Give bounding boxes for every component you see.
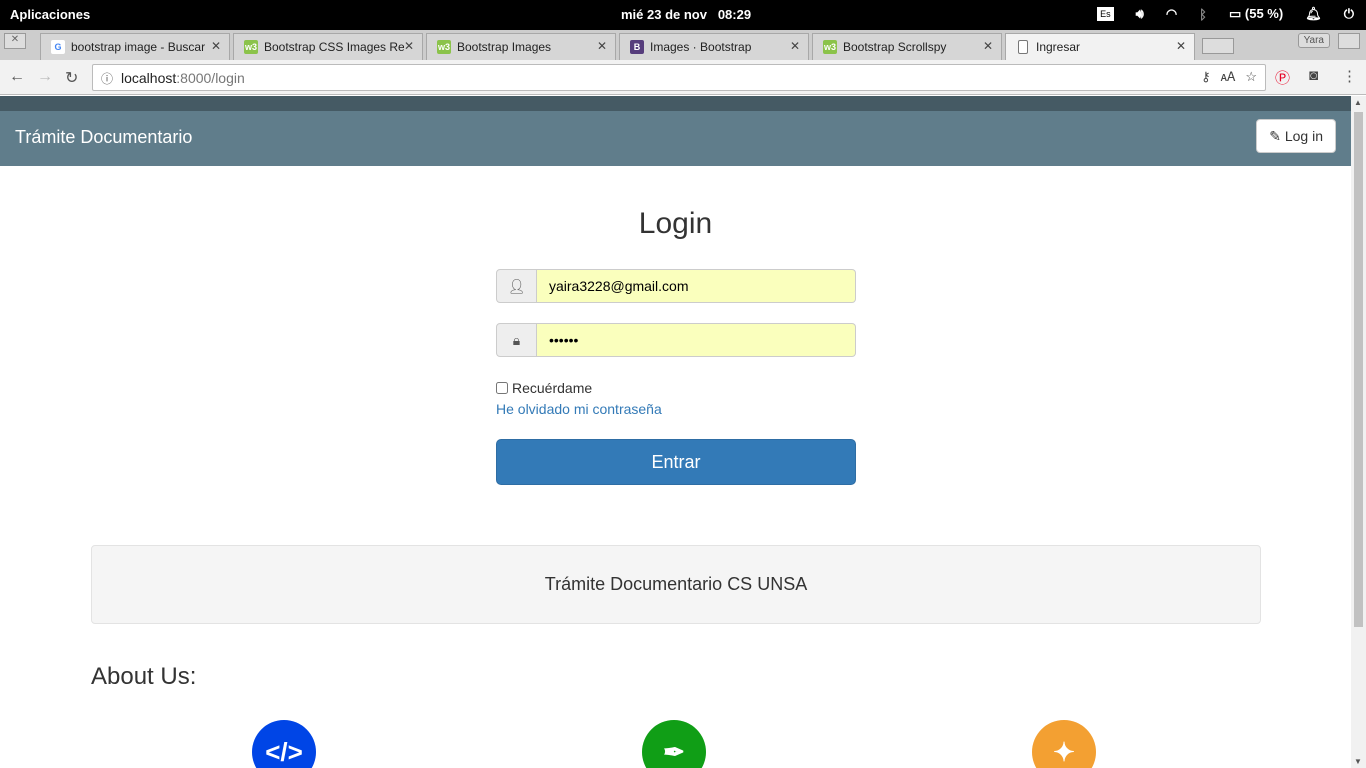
top-strip: [0, 96, 1351, 111]
pinterest-icon[interactable]: Ⓟ: [1275, 67, 1290, 88]
submit-button[interactable]: Entrar: [496, 439, 856, 485]
bluetooth-icon[interactable]: ᛒ: [1199, 7, 1207, 22]
star-icon[interactable]: ☆: [1245, 69, 1257, 85]
reload-icon[interactable]: ↻: [65, 68, 78, 88]
translate-icon[interactable]: 🗚: [1221, 69, 1236, 85]
applications-menu[interactable]: Aplicaciones: [10, 7, 90, 22]
battery-indicator[interactable]: ▭ (55 %): [1229, 6, 1283, 22]
login-label: Log in: [1284, 128, 1323, 144]
back-icon[interactable]: ←: [9, 68, 25, 86]
url-path: :8000/login: [176, 70, 245, 86]
scrollbar[interactable]: ▲ ▼: [1351, 96, 1366, 768]
keyboard-layout[interactable]: Es: [1097, 7, 1114, 21]
email-group: 👤︎: [496, 269, 856, 303]
tab-strip: ✕ Gbootstrap image - Buscar ✕ w3 Bootstrap…: [0, 30, 1366, 60]
clock[interactable]: mié 23 de nov 08:29: [621, 7, 751, 22]
system-bar: Aplicaciones mié 23 de nov 08:29 Es 🔊︎ ◠…: [0, 0, 1366, 30]
close-tab-icon[interactable]: ✕: [1176, 39, 1186, 53]
window-close-button[interactable]: ✕: [4, 33, 26, 49]
close-tab-icon[interactable]: ✕: [597, 39, 607, 53]
power-icon[interactable]: ⏻: [1344, 6, 1354, 22]
close-tab-icon[interactable]: ✕: [211, 39, 221, 53]
google-icon: G: [51, 40, 65, 54]
w3schools-icon: w3: [437, 40, 451, 54]
password-field[interactable]: [537, 323, 856, 357]
close-tab-icon[interactable]: ✕: [983, 39, 993, 53]
page-title: Login: [638, 207, 713, 240]
tab-ingresar[interactable]: Ingresar ✕: [1005, 33, 1195, 60]
password-group: 🔒︎: [496, 323, 856, 357]
pen-icon: ✒: [642, 720, 706, 768]
profile-button[interactable]: Yara: [1297, 33, 1330, 48]
extension-icon[interactable]: ◙: [1309, 67, 1318, 84]
remember-label: Recuérdame: [512, 380, 593, 396]
info-icon[interactable]: ⓘ: [101, 70, 113, 87]
brand[interactable]: Trámite Documentario: [15, 127, 192, 148]
tab-bootstrap-images[interactable]: B Images · Bootstrap ✕: [619, 33, 809, 60]
tab-label: Bootstrap Images: [457, 40, 552, 54]
remember-me[interactable]: Recuérdame: [496, 380, 592, 396]
login-button[interactable]: ✎ Log in: [1256, 119, 1336, 153]
new-tab-button[interactable]: [1202, 38, 1234, 54]
tab-label: Bootstrap Scrollspy: [843, 40, 947, 54]
tab-label: Images · Bootstrap: [650, 40, 752, 54]
code-icon: </>: [252, 720, 316, 768]
volume-icon[interactable]: 🔊︎: [1136, 6, 1144, 22]
url-host: localhost: [121, 70, 177, 86]
close-tab-icon[interactable]: ✕: [404, 39, 414, 53]
navbar: Trámite Documentario ✎ Log in: [0, 111, 1351, 166]
scroll-down-icon[interactable]: ▼: [1354, 757, 1362, 766]
address-bar-area: ← → ↻ ⓘ localhost:8000/login ⚷ 🗚 ☆ Ⓟ ◙ ⋮: [0, 60, 1366, 95]
scrollbar-thumb[interactable]: [1354, 112, 1363, 627]
tab-label: bootstrap image - Buscar: [71, 40, 206, 54]
forward-icon[interactable]: →: [37, 68, 53, 86]
lock-icon: 🔒︎: [496, 323, 537, 357]
remember-checkbox[interactable]: [496, 382, 508, 394]
w3schools-icon: w3: [823, 40, 837, 54]
menu-icon[interactable]: ⋮: [1342, 67, 1357, 85]
tab-google[interactable]: Gbootstrap image - Buscar ✕: [40, 33, 230, 60]
scroll-up-icon[interactable]: ▲: [1354, 98, 1362, 107]
footer-well: Trámite Documentario CS UNSA: [91, 545, 1261, 624]
user-icon: 👤︎: [496, 269, 537, 303]
battery-text: (55 %): [1244, 6, 1284, 21]
document-icon: [1018, 40, 1028, 54]
w3schools-icon: w3: [244, 40, 258, 54]
tab-label: Ingresar: [1036, 40, 1081, 54]
window-restore-button[interactable]: [1338, 33, 1360, 49]
forgot-password-link[interactable]: He olvidado mi contraseña: [496, 401, 662, 417]
key-icon[interactable]: ⚷: [1201, 69, 1211, 85]
email-field[interactable]: [537, 269, 856, 303]
tab-label: Bootstrap CSS Images Re: [264, 40, 404, 54]
wifi-icon[interactable]: ◠: [1166, 6, 1177, 22]
tab-scrollspy[interactable]: w3 Bootstrap Scrollspy ✕: [812, 33, 1002, 60]
edit-icon: ✎: [1269, 128, 1281, 144]
page: Trámite Documentario ✎ Log in Login 👤︎ 🔒…: [0, 96, 1351, 768]
magic-wand-icon: ✦: [1032, 720, 1096, 768]
url-input[interactable]: ⓘ localhost:8000/login ⚷ 🗚 ☆: [92, 64, 1266, 91]
tab-w3-css-images[interactable]: w3 Bootstrap CSS Images Re ✕: [233, 33, 423, 60]
close-tab-icon[interactable]: ✕: [790, 39, 800, 53]
bootstrap-icon: B: [630, 40, 644, 54]
about-heading: About Us:: [91, 663, 197, 690]
tab-w3-images[interactable]: w3 Bootstrap Images ✕: [426, 33, 616, 60]
bell-icon[interactable]: 🔔︎: [1305, 6, 1322, 22]
